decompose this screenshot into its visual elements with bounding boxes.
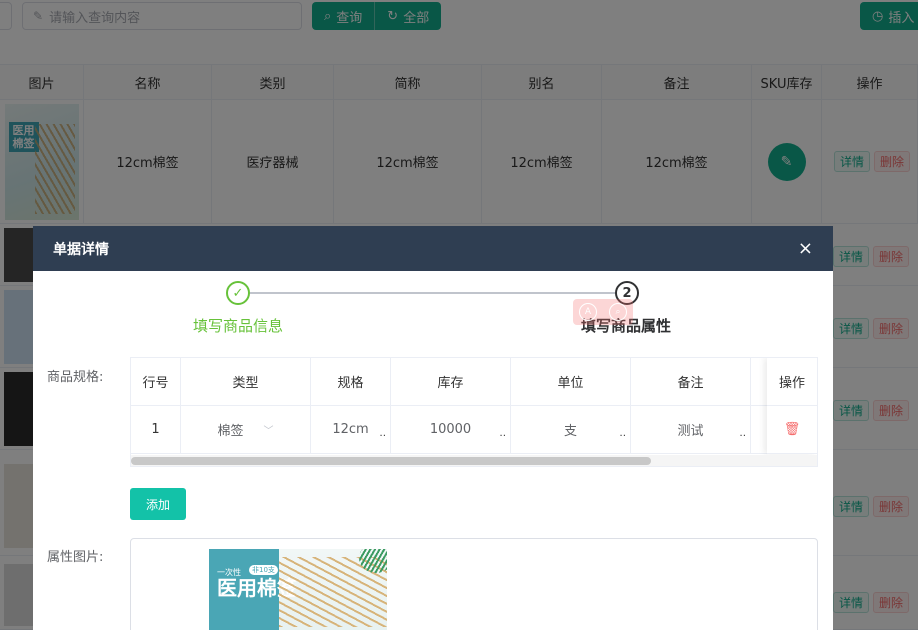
stock-input[interactable]: 10000 ‥ xyxy=(391,406,511,453)
spec-table-header: 行号 类型 规格 库存 单位 备注 xyxy=(131,358,817,406)
step-1-label[interactable]: 填写商品信息 xyxy=(183,315,293,336)
ellipsis-icon: ‥ xyxy=(619,428,626,439)
col-header-actions: 操作 xyxy=(767,358,817,406)
dialog-header: 单据详情 × xyxy=(33,226,833,271)
row-number: 1 xyxy=(131,406,181,453)
col-header-type: 类型 xyxy=(181,358,311,405)
horizontal-scrollbar[interactable] xyxy=(131,455,817,466)
unit-input[interactable]: 支 ‥ xyxy=(511,406,631,453)
ellipsis-icon: ‥ xyxy=(499,428,506,439)
search-icon[interactable]: ⌕ xyxy=(609,303,627,321)
table-row: 1 棉签 ﹀ 12cm ‥ 10000 ‥ 支 ‥ 测试 ‥ xyxy=(131,406,817,454)
spec-input[interactable]: 12cm ‥ xyxy=(311,406,391,453)
trash-icon[interactable]: 🗑 xyxy=(784,422,801,437)
scroll-thumb[interactable] xyxy=(131,457,651,465)
type-select[interactable]: 棉签 ﹀ xyxy=(181,406,311,453)
spec-table: 行号 类型 规格 库存 单位 备注 1 棉签 ﹀ 12cm ‥ 10000 ‥ … xyxy=(130,357,818,467)
ellipsis-icon: ‥ xyxy=(379,428,386,439)
close-icon[interactable]: × xyxy=(798,238,813,259)
chevron-down-icon: ﹀ xyxy=(263,426,274,437)
document-detail-dialog: 单据详情 × ✓ 2 填写商品信息 填写商品属性 A ⌕ 商品规格: 行号 类型… xyxy=(33,226,833,630)
steps: ✓ 2 填写商品信息 填写商品属性 A ⌕ xyxy=(33,271,833,341)
dialog-title: 单据详情 xyxy=(53,241,109,258)
spec-label: 商品规格: xyxy=(47,370,104,385)
check-icon: ✓ xyxy=(226,281,250,305)
attr-image-box[interactable]: 一次性 非10支 医用棉签 xyxy=(130,538,818,630)
col-header-spec: 规格 xyxy=(311,358,391,405)
step-connector xyxy=(250,292,619,294)
fixed-actions-column: 操作 🗑 xyxy=(767,358,817,454)
add-button[interactable]: 添加 xyxy=(130,488,186,520)
col-header-row-no: 行号 xyxy=(131,358,181,405)
translate-icon[interactable]: A xyxy=(579,303,597,321)
attr-image-label: 属性图片: xyxy=(47,550,104,565)
col-header-remark: 备注 xyxy=(631,358,751,405)
attr-image[interactable]: 一次性 非10支 医用棉签 xyxy=(209,549,387,630)
ellipsis-icon: ‥ xyxy=(739,428,746,439)
remark-input[interactable]: 测试 ‥ xyxy=(631,406,751,453)
floating-toolbar: A ⌕ xyxy=(573,299,633,325)
col-header-unit: 单位 xyxy=(511,358,631,405)
col-header-stock: 库存 xyxy=(391,358,511,405)
